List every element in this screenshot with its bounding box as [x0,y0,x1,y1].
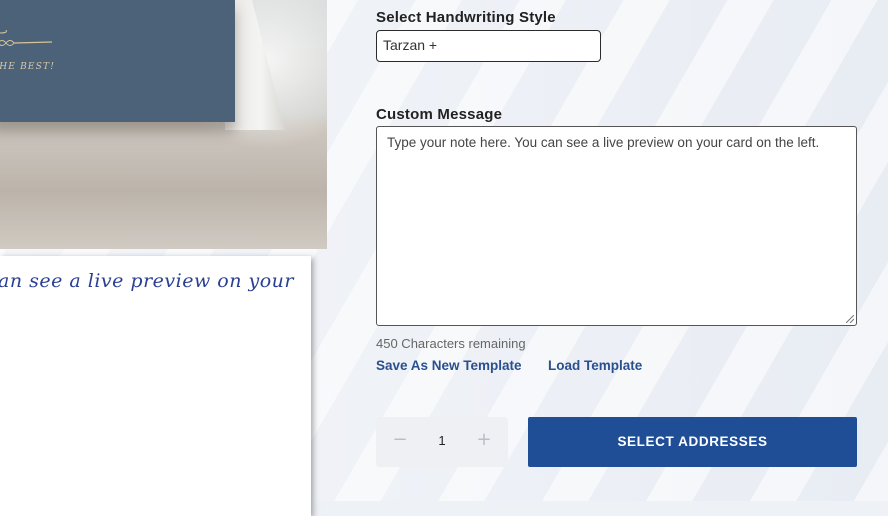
flourish-ornament-icon [0,30,53,46]
handwriting-style-label: Select Handwriting Style [376,9,556,26]
handwriting-style-value: Tarzan + [383,37,438,53]
custom-message-label: Custom Message [376,106,503,123]
select-addresses-button[interactable]: SELECT ADDRESSES [528,417,857,467]
save-template-link[interactable]: Save As New Template [376,358,522,373]
resize-grip-icon[interactable] [846,315,854,323]
card-live-preview [0,256,311,516]
quantity-stepper: − 1 + [376,417,508,467]
quantity-value[interactable]: 1 [426,433,458,448]
custom-message-placeholder: Type your note here. You can see a live … [387,135,820,150]
product-photo: THE BEST! [0,0,327,249]
increment-button[interactable]: + [469,429,499,450]
decrement-button[interactable]: − [385,429,415,450]
handwriting-style-select[interactable]: Tarzan + [376,30,601,62]
card-front-text: THE BEST! [0,62,56,72]
greeting-card-front: THE BEST! [0,0,235,122]
characters-remaining: 450 Characters remaining [376,336,526,351]
custom-message-input[interactable]: Type your note here. You can see a live … [376,126,857,326]
load-template-link[interactable]: Load Template [548,358,642,373]
preview-handwriting-text: an see a live preview on your [0,270,294,292]
